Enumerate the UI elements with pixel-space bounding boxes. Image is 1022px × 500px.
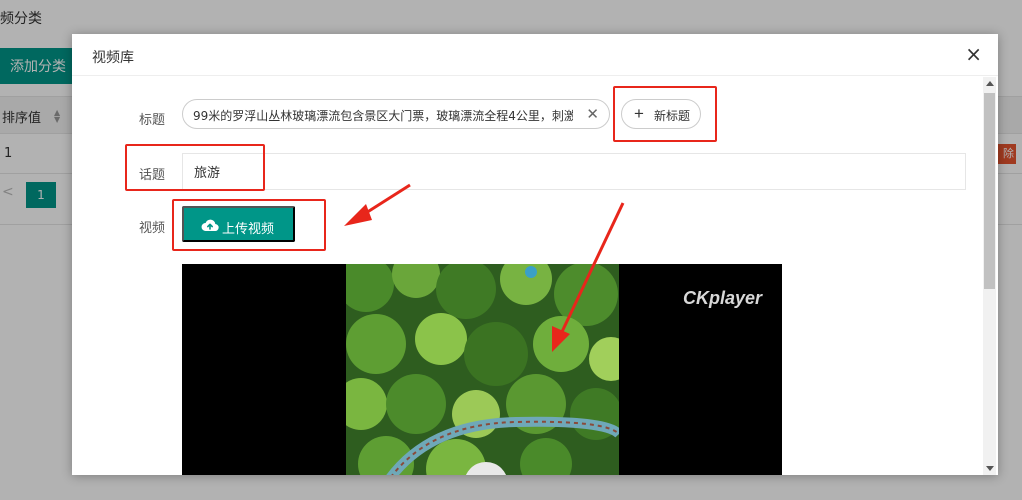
video-player[interactable]: CKplayer — [182, 264, 782, 475]
forest-video-image — [346, 264, 619, 475]
video-label: 视频 — [139, 221, 166, 236]
video-library-modal: 视频库 × 标题 99米的罗浮山丛林玻璃漂流包含景区大门票，玻璃漂流全程4公里，… — [72, 34, 998, 475]
close-icon[interactable]: × — [965, 44, 982, 64]
chip-close-icon[interactable]: ✕ — [586, 105, 599, 123]
player-logo: CKplayer — [682, 288, 762, 308]
scroll-up-icon[interactable] — [986, 81, 994, 86]
title-label: 标题 — [139, 113, 166, 128]
modal-scrollbar[interactable] — [983, 77, 996, 475]
annotation-box-upload — [172, 199, 326, 251]
topic-input[interactable] — [182, 153, 966, 190]
title-chip-text: 99米的罗浮山丛林玻璃漂流包含景区大门票，玻璃漂流全程4公里，刺激 — [193, 109, 573, 123]
scroll-thumb[interactable] — [984, 93, 995, 289]
video-frame[interactable] — [346, 264, 619, 475]
annotation-box-new-title — [613, 86, 717, 142]
modal-header: 视频库 × — [72, 34, 998, 76]
title-chip[interactable]: 99米的罗浮山丛林玻璃漂流包含景区大门票，玻璃漂流全程4公里，刺激 ✕ — [182, 99, 610, 129]
scroll-down-icon[interactable] — [986, 466, 994, 471]
modal-title: 视频库 — [92, 50, 134, 66]
annotation-box-topic — [125, 144, 265, 191]
modal-body: 标题 99米的罗浮山丛林玻璃漂流包含景区大门票，玻璃漂流全程4公里，刺激 ✕ +… — [72, 77, 998, 475]
